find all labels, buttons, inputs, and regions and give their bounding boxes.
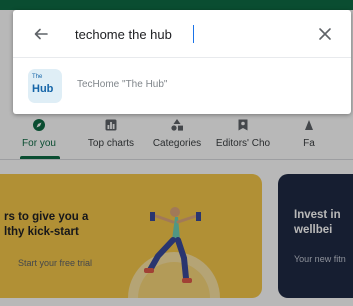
search-panel: The Hub TecHome "The Hub" xyxy=(13,10,351,114)
app-icon: The Hub xyxy=(28,69,62,103)
search-suggestion[interactable]: The Hub TecHome "The Hub" xyxy=(13,59,351,113)
back-button[interactable] xyxy=(29,22,53,46)
app-icon-text: Hub xyxy=(32,83,54,95)
clear-search-button[interactable] xyxy=(313,22,337,46)
app-icon-caption: The xyxy=(32,74,43,80)
search-bar xyxy=(13,10,351,58)
suggestion-label: TecHome "The Hub" xyxy=(77,79,168,90)
search-input[interactable] xyxy=(75,24,295,44)
close-icon xyxy=(319,28,331,40)
text-cursor xyxy=(193,25,194,43)
arrow-back-icon xyxy=(34,28,48,40)
